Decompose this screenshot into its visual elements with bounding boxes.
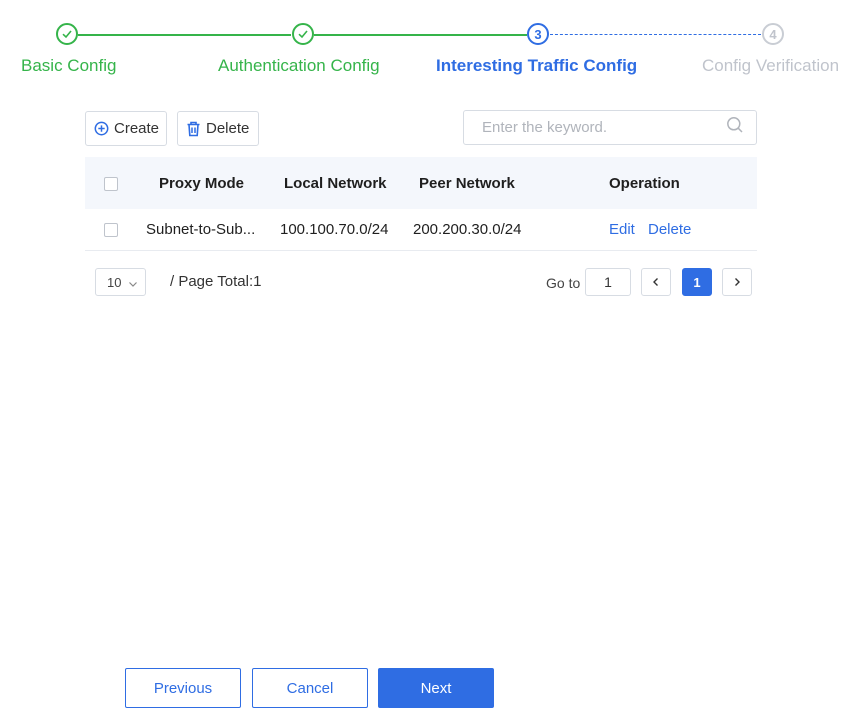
step-4-number: 4 [762, 23, 784, 45]
step-3-label: Interesting Traffic Config [436, 56, 638, 75]
column-header-operation: Operation [609, 174, 680, 192]
create-button-label: Create [114, 120, 160, 137]
edit-link[interactable]: Edit [609, 221, 635, 238]
page-size-value: 10 [107, 274, 122, 290]
step-3-number: 3 [527, 23, 549, 45]
table-row: Subnet-to-Sub... 100.100.70.0/24 200.200… [85, 209, 757, 251]
select-all-checkbox[interactable] [104, 177, 118, 191]
step-1-label: Basic Config [21, 56, 117, 75]
search-box [463, 110, 757, 145]
cancel-button[interactable]: Cancel [252, 668, 368, 708]
step-4-label: Config Verification [702, 56, 840, 75]
step-1-check-icon [56, 23, 78, 45]
table-header: Proxy Mode Local Network Peer Network Op… [85, 157, 757, 209]
column-header-local-network: Local Network [284, 174, 387, 192]
cell-proxy-mode: Subnet-to-Sub... [146, 221, 256, 238]
stepper: 3 4 Basic Config Authentication Config I… [0, 0, 863, 90]
cell-local-network: 100.100.70.0/24 [280, 221, 389, 238]
traffic-table: Proxy Mode Local Network Peer Network Op… [85, 157, 757, 251]
next-page-button[interactable] [722, 268, 752, 296]
page-size-select[interactable]: 10 [95, 268, 146, 296]
search-icon[interactable] [726, 116, 744, 139]
next-button[interactable]: Next [378, 668, 494, 708]
prev-page-button[interactable] [641, 268, 671, 296]
plus-circle-icon [94, 121, 109, 136]
trash-icon [186, 121, 201, 137]
column-header-proxy-mode: Proxy Mode [159, 174, 245, 192]
cell-peer-network: 200.200.30.0/24 [413, 221, 522, 238]
row-checkbox[interactable] [104, 223, 118, 237]
step-2-label: Authentication Config [218, 56, 380, 75]
delete-link[interactable]: Delete [648, 221, 691, 238]
column-header-peer-network: Peer Network [419, 174, 515, 192]
previous-button[interactable]: Previous [125, 668, 241, 708]
chevron-left-icon [651, 275, 661, 290]
step-2-check-icon [292, 23, 314, 45]
step-connector-1 [78, 34, 291, 36]
goto-page-input[interactable] [585, 268, 631, 296]
delete-button-label: Delete [206, 120, 250, 137]
create-button[interactable]: Create [85, 111, 167, 146]
page-total: / Page Total:1 [170, 273, 262, 290]
step-connector-3 [550, 34, 761, 35]
chevron-down-icon [128, 277, 138, 292]
chevron-right-icon [732, 275, 742, 290]
search-input[interactable] [480, 118, 726, 137]
step-connector-2 [314, 34, 527, 36]
delete-button[interactable]: Delete [177, 111, 259, 146]
page-button-current[interactable]: 1 [682, 268, 712, 296]
goto-label: Go to [546, 275, 581, 291]
